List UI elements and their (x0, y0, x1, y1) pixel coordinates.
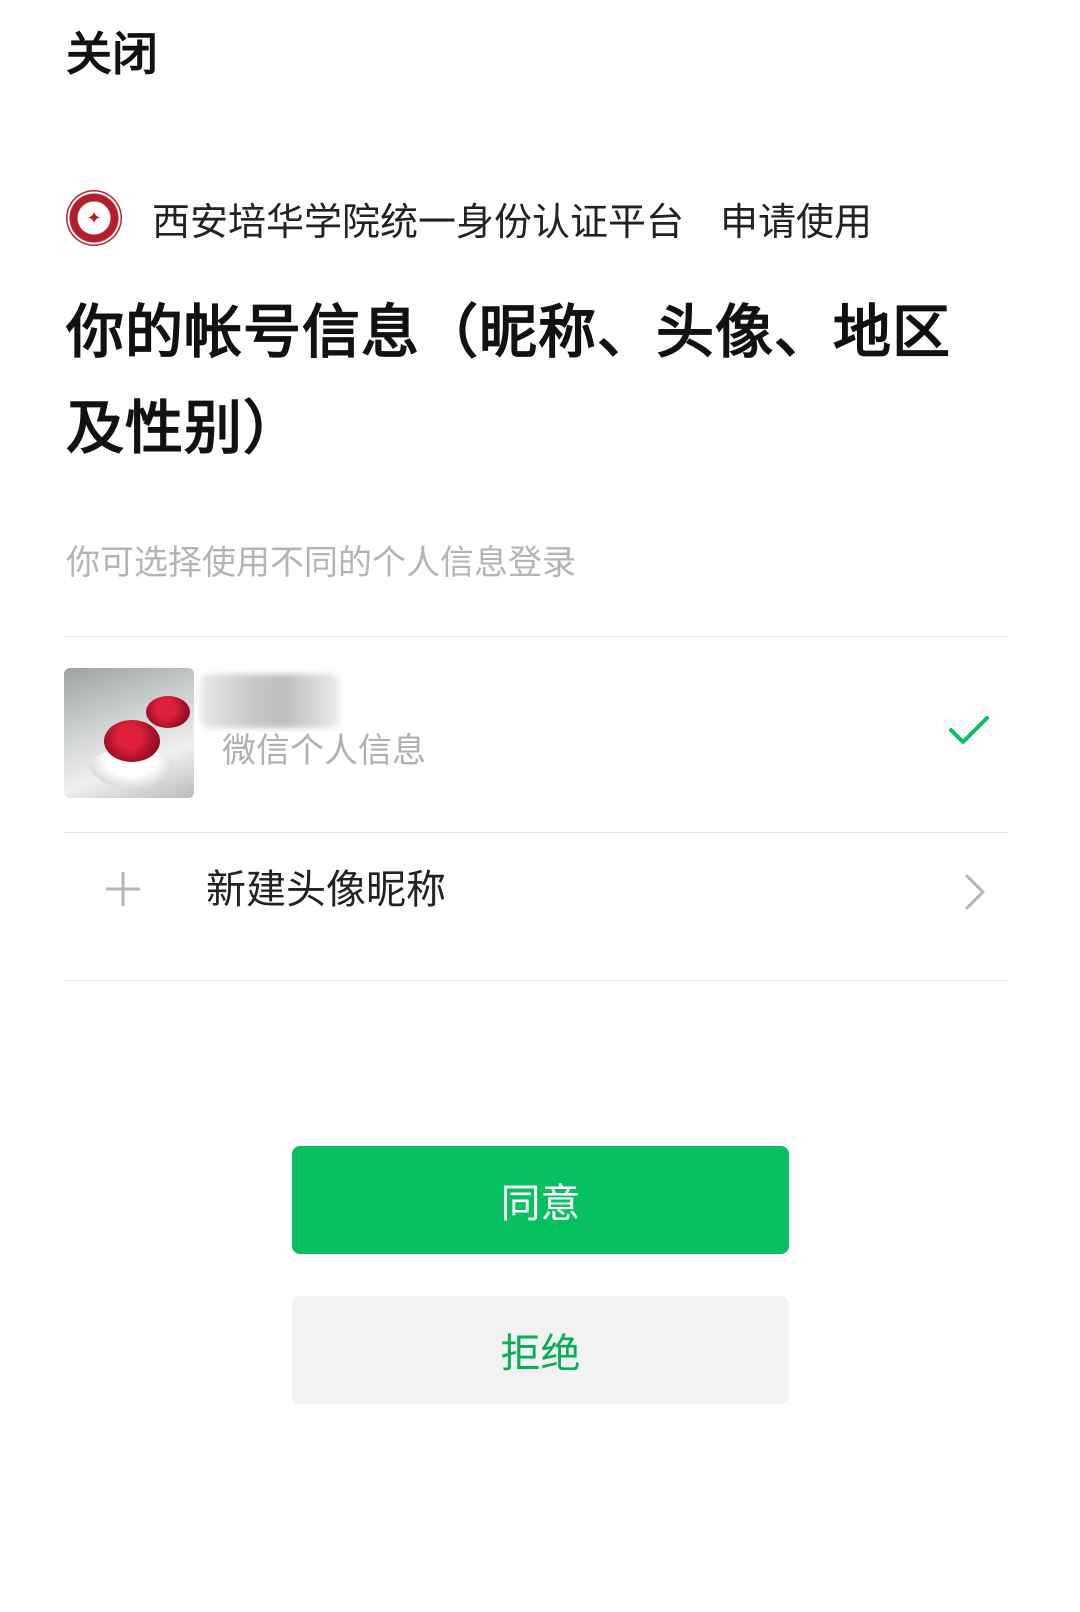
plus-icon (106, 872, 140, 906)
profile-option-wechat[interactable]: 微信个人信息 (64, 668, 1009, 798)
blurred-nickname (200, 674, 340, 728)
app-name: 西安培华学院统一身份认证平台 (152, 199, 685, 244)
divider (64, 636, 1009, 637)
chevron-right-icon (965, 874, 985, 910)
reject-button[interactable]: 拒绝 (292, 1296, 789, 1404)
new-avatar-nickname-option[interactable]: 新建头像昵称 (64, 836, 1009, 956)
permission-subtitle: 你可选择使用不同的个人信息登录 (66, 543, 576, 583)
close-button[interactable]: 关闭 (66, 24, 158, 84)
profile-label: 微信个人信息 (222, 731, 426, 771)
divider (64, 980, 1009, 981)
app-action-text: 申请使用 (720, 199, 873, 244)
check-icon (949, 716, 989, 744)
permission-title: 你的帐号信息（昵称、头像、地区及性别） (66, 298, 952, 462)
agree-button[interactable]: 同意 (292, 1146, 789, 1254)
app-info-row: ✦ 西安培华学院统一身份认证平台 申请使用 (66, 188, 872, 248)
university-seal-icon: ✦ (66, 190, 122, 246)
divider (64, 832, 1009, 833)
new-avatar-nickname-label: 新建头像昵称 (206, 867, 446, 913)
profile-avatar-image (64, 668, 194, 798)
